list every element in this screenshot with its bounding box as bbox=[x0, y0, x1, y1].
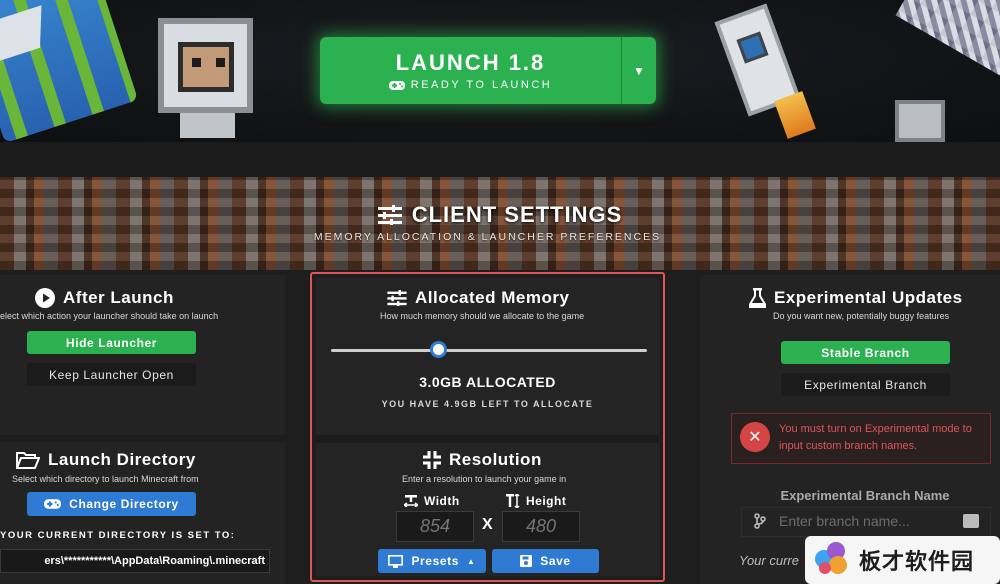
launch-dropdown-toggle[interactable]: ▼ bbox=[621, 37, 656, 104]
monitor-icon bbox=[388, 554, 404, 568]
text-width-icon bbox=[404, 495, 418, 507]
caret-down-icon: ▼ bbox=[633, 63, 645, 78]
branch-name-placeholder: Enter branch name... bbox=[779, 513, 910, 529]
resolution-title: Resolution bbox=[423, 450, 542, 470]
gamepad-icon bbox=[388, 80, 405, 90]
watermark: 板才软件园 bbox=[805, 536, 1000, 584]
save-icon[interactable] bbox=[963, 514, 979, 528]
git-branch-icon bbox=[754, 513, 766, 529]
height-label-text: Height bbox=[526, 494, 567, 508]
change-directory-label: Change Directory bbox=[69, 497, 179, 511]
experimental-branch-option[interactable]: Experimental Branch bbox=[781, 373, 950, 396]
launch-status-text: READY TO LAUNCH bbox=[410, 79, 553, 91]
launch-directory-description: Select which directory to launch Minecra… bbox=[12, 474, 199, 484]
save-button-label: Save bbox=[540, 554, 571, 568]
astronaut-art bbox=[150, 8, 265, 138]
launch-status: READY TO LAUNCH bbox=[388, 79, 553, 91]
width-input[interactable] bbox=[396, 511, 474, 542]
text-height-icon bbox=[506, 494, 520, 508]
height-input[interactable] bbox=[502, 511, 580, 542]
after-launch-title-text: After Launch bbox=[63, 288, 174, 307]
width-label: Width bbox=[404, 494, 460, 508]
memory-remaining-text: YOU HAVE 4.9GB LEFT TO ALLOCATE bbox=[381, 399, 594, 409]
launch-button[interactable]: LAUNCH 1.8 READY TO LAUNCH ▼ bbox=[320, 37, 656, 104]
experimental-updates-description: Do you want new, potentially buggy featu… bbox=[773, 311, 950, 321]
resolution-separator: X bbox=[482, 516, 493, 533]
save-resolution-button[interactable]: Save bbox=[492, 549, 599, 573]
presets-button-label: Presets bbox=[411, 554, 460, 568]
launch-directory-title-text: Launch Directory bbox=[48, 450, 196, 469]
page-title: CLIENT SETTINGS bbox=[0, 202, 1000, 228]
watermark-logo bbox=[811, 540, 851, 580]
current-branch-text: Your curre bbox=[739, 553, 799, 568]
stable-branch-option[interactable]: Stable Branch bbox=[781, 341, 950, 364]
asteroid-art bbox=[895, 0, 1000, 76]
resolution-description: Enter a resolution to launch your game i… bbox=[402, 474, 567, 484]
change-directory-button[interactable]: Change Directory bbox=[27, 492, 196, 516]
memory-allocated-value: 3.0GB ALLOCATED bbox=[419, 374, 556, 390]
height-label: Height bbox=[506, 494, 566, 508]
nav-strip bbox=[0, 142, 1000, 177]
after-launch-title: After Launch bbox=[35, 288, 174, 308]
keep-launcher-open-option[interactable]: Keep Launcher Open bbox=[27, 363, 196, 386]
error-message: You must turn on Experimental mode to in… bbox=[779, 423, 972, 452]
branch-name-label: Experimental Branch Name bbox=[780, 488, 950, 503]
launch-title: LAUNCH 1.8 bbox=[395, 50, 546, 75]
memory-slider-track[interactable] bbox=[331, 349, 647, 352]
presets-button[interactable]: Presets ▲ bbox=[378, 549, 486, 573]
experimental-updates-title-text: Experimental Updates bbox=[774, 288, 963, 307]
allocated-memory-description: How much memory should we allocate to th… bbox=[380, 311, 585, 321]
error-x-icon: ✕ bbox=[740, 422, 770, 452]
current-directory-label: YOUR CURRENT DIRECTORY IS SET TO: bbox=[0, 530, 236, 541]
launch-button-main[interactable]: LAUNCH 1.8 READY TO LAUNCH bbox=[320, 37, 621, 104]
top-banner: LAUNCH 1.8 READY TO LAUNCH ▼ bbox=[0, 0, 1000, 142]
current-directory-value: ers\***********\AppData\Roaming\.minecra… bbox=[0, 549, 270, 573]
watermark-text: 板才软件园 bbox=[859, 550, 975, 575]
save-icon bbox=[520, 555, 533, 567]
play-circle-icon bbox=[35, 288, 55, 308]
after-launch-description: elect which action your launcher should … bbox=[0, 311, 219, 321]
allocated-memory-title: Allocated Memory bbox=[387, 288, 569, 308]
hide-launcher-option[interactable]: Hide Launcher bbox=[27, 331, 196, 354]
small-astronaut-art bbox=[895, 100, 945, 142]
client-settings-header: CLIENT SETTINGS MEMORY ALLOCATION & LAUN… bbox=[0, 177, 1000, 270]
sliders-icon bbox=[377, 205, 402, 225]
launch-directory-title: Launch Directory bbox=[16, 450, 196, 470]
page-title-text: CLIENT SETTINGS bbox=[411, 202, 623, 227]
resolution-title-text: Resolution bbox=[449, 450, 542, 469]
compress-icon bbox=[423, 451, 441, 469]
gamepad-icon bbox=[44, 499, 62, 509]
allocated-memory-title-text: Allocated Memory bbox=[415, 288, 570, 307]
sliders-icon bbox=[387, 290, 407, 306]
caret-up-icon: ▲ bbox=[467, 556, 476, 566]
page-subtitle: MEMORY ALLOCATION & LAUNCHER PREFERENCES bbox=[313, 231, 662, 243]
flask-icon bbox=[749, 288, 766, 308]
rocket-art bbox=[700, 0, 830, 142]
globe-art bbox=[0, 0, 139, 142]
folder-open-icon bbox=[16, 452, 40, 469]
width-label-text: Width bbox=[424, 494, 460, 508]
experimental-updates-title: Experimental Updates bbox=[749, 288, 963, 308]
panel-divider bbox=[316, 435, 659, 443]
